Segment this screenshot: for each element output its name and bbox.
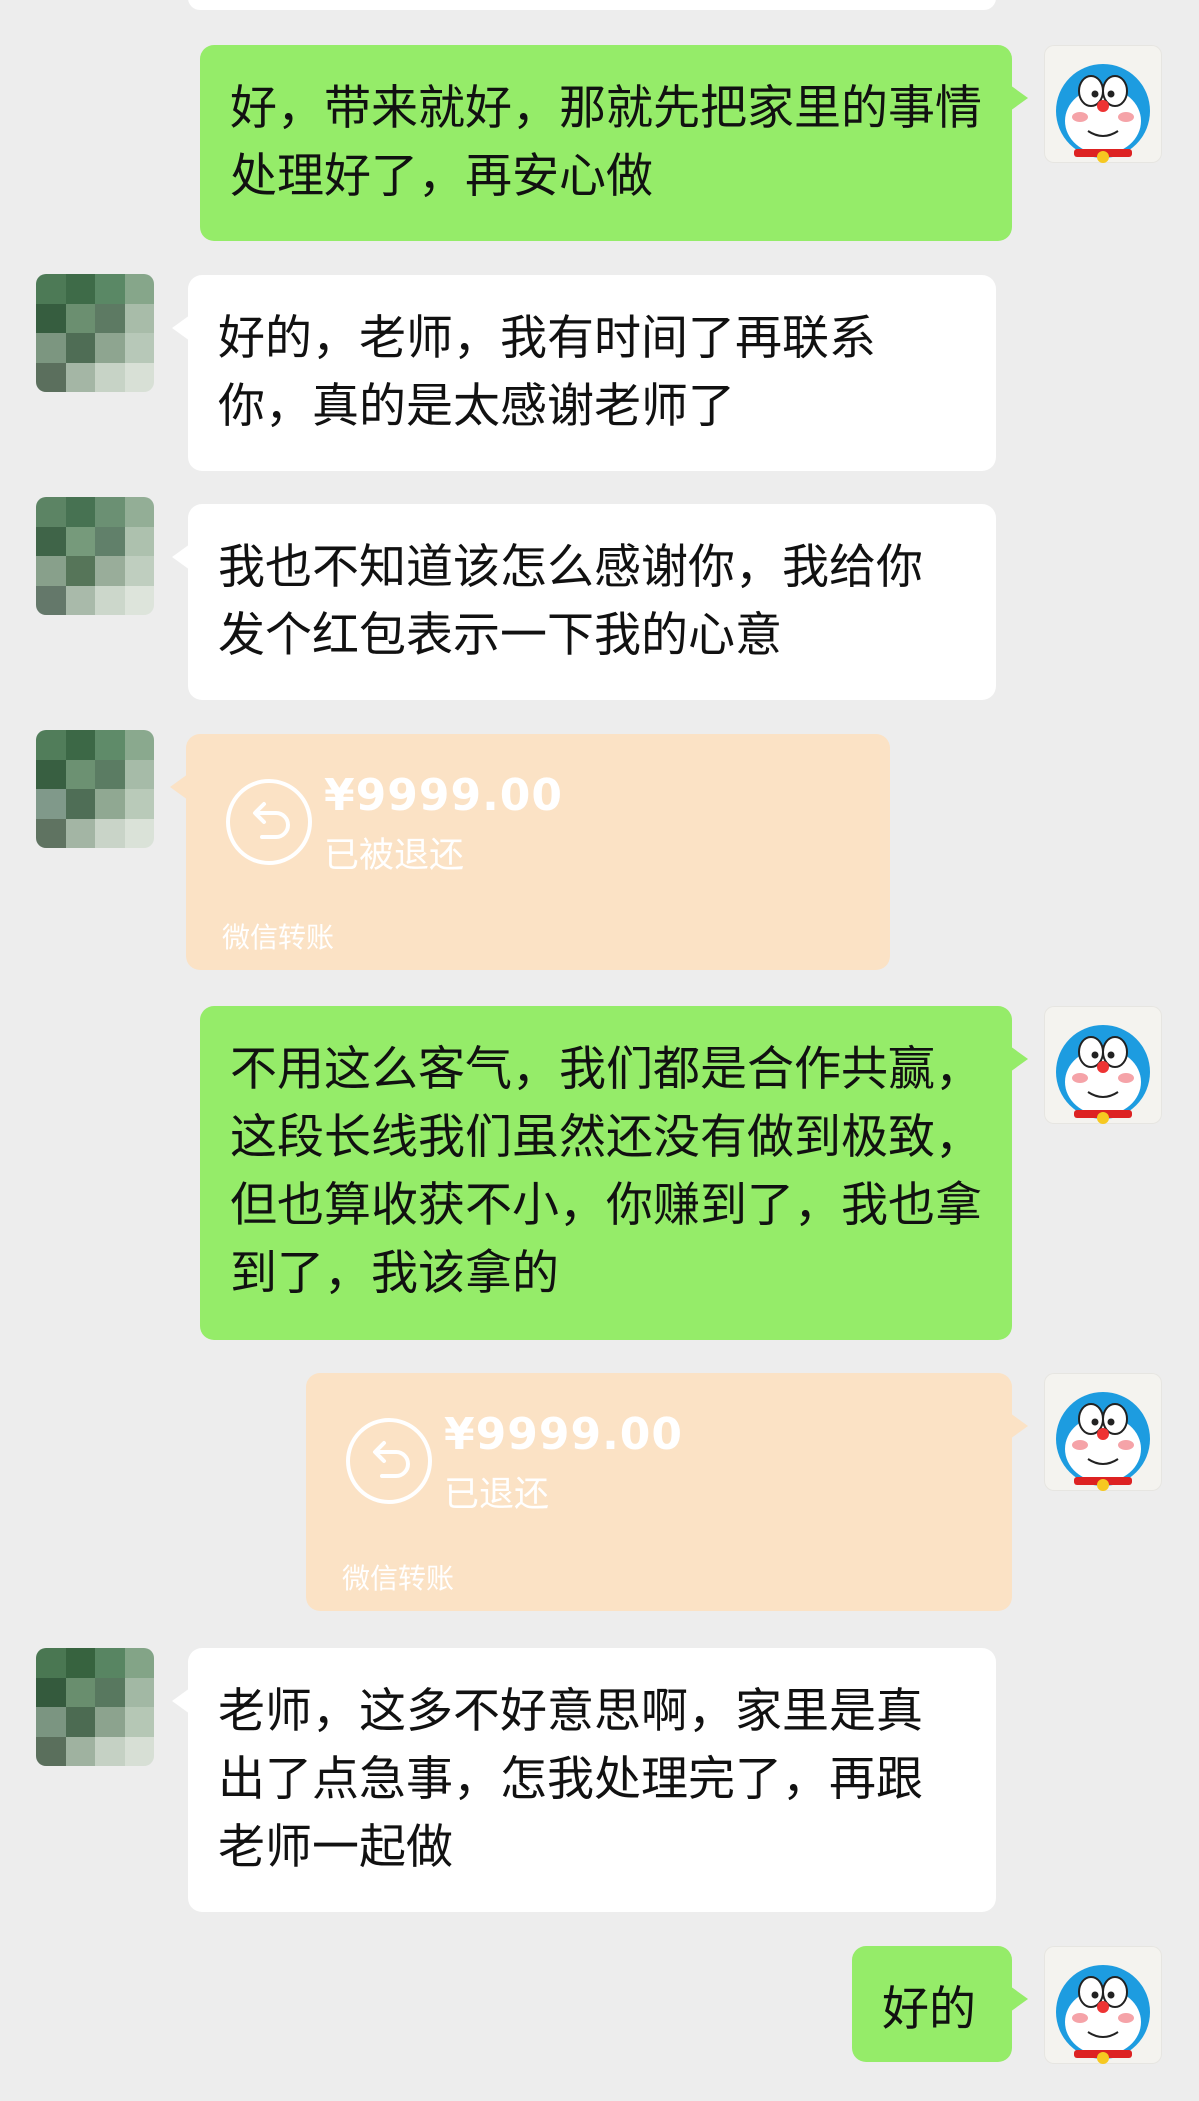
contact-avatar[interactable]: [36, 1648, 154, 1766]
my-avatar[interactable]: [1044, 1373, 1162, 1491]
return-arrow-icon: [226, 779, 312, 865]
message-text: 好的: [882, 1982, 976, 2037]
message-text: 我也不知道该怎么感谢你，我给你发个红包表示一下我的心意: [218, 540, 923, 663]
message-text: 好，带来就好，那就先把家里的事情处理好了，再安心做: [230, 81, 982, 204]
my-avatar[interactable]: [1044, 45, 1162, 163]
chat-area[interactable]: 好，带来就好，那就先把家里的事情处理好了，再安心做 好的，老师，我有时间了再联系…: [0, 0, 1199, 2101]
transfer-status: 已退还: [444, 1475, 550, 1515]
contact-avatar[interactable]: [36, 730, 154, 848]
doraemon-icon: [1056, 1965, 1150, 2064]
transfer-label: 微信转账: [342, 1562, 455, 1595]
message-bubble-sent[interactable]: 不用这么客气，我们都是合作共赢，这段长线我们虽然还没有做到极致，但也算收获不小，…: [200, 1006, 1028, 1340]
doraemon-icon: [1056, 1025, 1150, 1124]
transfer-label: 微信转账: [222, 921, 335, 954]
message-bubble-received[interactable]: 老师，这多不好意思啊，家里是真出了点急事，怎我处理完了，再跟老师一起做: [172, 1648, 996, 1912]
message-text: 不用这么客气，我们都是合作共赢，这段长线我们虽然还没有做到极致，但也算收获不小，…: [230, 1042, 982, 1301]
transfer-amount: ¥9999.00: [444, 1409, 684, 1460]
message-bubble-sent[interactable]: 好，带来就好，那就先把家里的事情处理好了，再安心做: [200, 45, 1028, 241]
contact-avatar[interactable]: [36, 274, 154, 392]
transfer-card-received[interactable]: ¥9999.00 已被退还 微信转账: [170, 734, 890, 970]
message-text: 好的，老师，我有时间了再联系你，真的是太感谢老师了: [218, 311, 876, 434]
my-avatar[interactable]: [1044, 1946, 1162, 2064]
message-text: 老师，这多不好意思啊，家里是真出了点急事，怎我处理完了，再跟老师一起做: [218, 1684, 923, 1875]
transfer-status: 已被退还: [324, 836, 465, 876]
transfer-amount: ¥9999.00: [324, 770, 564, 821]
previous-message-bubble[interactable]: [188, 0, 996, 10]
message-bubble-sent[interactable]: 好的: [852, 1946, 1028, 2062]
doraemon-icon: [1056, 1392, 1150, 1491]
my-avatar[interactable]: [1044, 1006, 1162, 1124]
doraemon-icon: [1056, 64, 1150, 163]
transfer-card-sent[interactable]: ¥9999.00 已退还 微信转账: [306, 1373, 1028, 1611]
return-arrow-icon: [346, 1418, 432, 1504]
message-bubble-received[interactable]: 我也不知道该怎么感谢你，我给你发个红包表示一下我的心意: [172, 504, 996, 700]
contact-avatar[interactable]: [36, 497, 154, 615]
message-bubble-received[interactable]: 好的，老师，我有时间了再联系你，真的是太感谢老师了: [172, 275, 996, 471]
